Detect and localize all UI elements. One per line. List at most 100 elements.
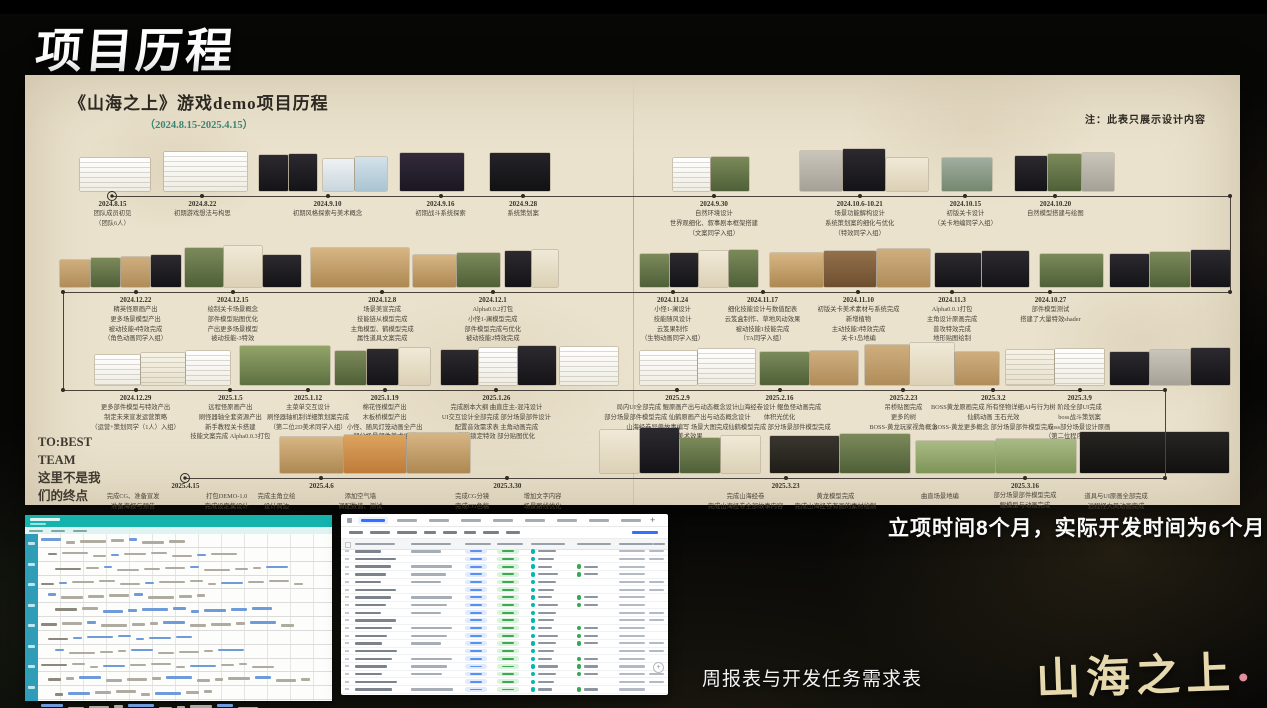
timeline-marker <box>306 388 310 392</box>
thumbnail-cluster <box>505 249 558 287</box>
status-pill <box>465 557 487 562</box>
entry-text: 初期游戏想法与构思 <box>148 209 256 219</box>
cell-text-bar <box>144 568 160 571</box>
cell-text-bar <box>253 567 261 570</box>
thumbnail-cluster <box>259 149 316 191</box>
assignee-avatar <box>531 564 535 568</box>
thumbnail <box>560 347 618 385</box>
row-index-bar <box>345 589 349 591</box>
status-pill <box>465 687 487 692</box>
status-pill-label <box>470 573 482 575</box>
toolbar-item <box>349 531 363 534</box>
assignee-name-bar <box>538 558 554 560</box>
sheet-toolbar <box>341 527 668 539</box>
entry-date: 2024.11.3 <box>938 296 966 304</box>
status-pill-label <box>470 550 482 552</box>
cell-text-bar <box>211 553 237 556</box>
toolbar-item <box>73 530 87 532</box>
thumbnail <box>151 255 180 287</box>
start-date-bar <box>619 550 645 552</box>
status-pill <box>465 633 487 638</box>
entry-text: 道具与UI原画全部完成远程怪大风动画完成 <box>1061 492 1171 512</box>
thumbnail-cluster <box>1040 249 1103 287</box>
cell-link-bar <box>41 704 63 707</box>
status-pill-label <box>502 550 514 552</box>
end-date-bar <box>649 642 664 644</box>
thumbnail <box>224 246 262 287</box>
assignee-avatar <box>531 588 535 592</box>
sheet-tab <box>426 517 452 524</box>
status-pill <box>465 664 487 669</box>
cell-text-bar <box>120 583 140 586</box>
status-pill <box>497 687 519 692</box>
thumbnail <box>1150 350 1189 385</box>
cell-text-bar <box>90 666 98 669</box>
table-row <box>341 586 668 594</box>
sheet-row <box>38 617 332 631</box>
table-row <box>341 678 668 686</box>
cell-link-bar <box>41 538 61 541</box>
thumbnail <box>457 253 500 287</box>
sheet-title-bar <box>30 518 60 521</box>
thumbnail <box>95 355 139 385</box>
thumbnail <box>1080 432 1229 473</box>
thumbnail-cluster <box>770 243 930 287</box>
thumbnail-cluster <box>760 343 858 385</box>
end-date-bar <box>649 589 664 591</box>
timeline-marker <box>858 194 862 198</box>
cell-text-bar <box>66 541 75 544</box>
status-pill <box>465 603 487 608</box>
thumbnail-cluster <box>490 147 550 191</box>
thumbnail <box>1110 352 1149 385</box>
status-pill-label <box>502 673 514 675</box>
row-index-bar <box>345 619 349 621</box>
timeline-marker <box>383 388 387 392</box>
cell-text-bar <box>116 690 136 693</box>
cell-text-bar <box>172 555 192 558</box>
cell-text-bar <box>66 677 74 680</box>
cell-text-bar <box>55 693 63 696</box>
thumbnail <box>640 351 697 385</box>
sheet-tab <box>458 517 484 524</box>
thumbnail-cluster <box>673 149 750 191</box>
task-name-bar <box>355 589 396 591</box>
entry-date: 2025.1.26 <box>482 394 510 402</box>
thumbnail <box>982 251 1028 287</box>
entry-date: 2024.12.15 <box>217 296 249 304</box>
assignee-avatar <box>531 657 535 661</box>
entry-date: 2025.4.6 <box>309 482 334 490</box>
sheet-row <box>38 686 332 700</box>
thumbnail <box>800 151 842 191</box>
thumbnail <box>1048 154 1080 191</box>
timeline-marker <box>491 290 495 294</box>
checkbox-icon <box>345 542 351 548</box>
game-logo-text: 山海之上 <box>1035 649 1237 705</box>
task-name-bar <box>355 573 386 575</box>
timeline-marker <box>521 194 525 198</box>
cell-text-bar <box>190 580 203 583</box>
task-name-bar <box>355 650 397 652</box>
sheet-tab <box>394 517 420 524</box>
thumbnail <box>399 348 430 385</box>
timeline-marker <box>1023 476 1027 480</box>
cell-text-bar <box>41 664 67 667</box>
status-pill-label <box>502 650 514 652</box>
thumbnail <box>1191 250 1230 287</box>
finisher-name-bar <box>584 635 598 637</box>
thumbnail <box>698 349 755 385</box>
thumbnail <box>600 430 639 473</box>
thumbnail <box>640 254 669 287</box>
timeline-marker <box>1048 290 1052 294</box>
assignee-name-bar <box>538 642 556 644</box>
start-date-bar <box>619 573 645 575</box>
toolbar-item <box>370 531 390 534</box>
thumbnail <box>955 352 999 385</box>
start-date-bar <box>619 650 645 652</box>
cell-link-bar <box>103 610 123 613</box>
thumbnail-cluster <box>185 245 300 287</box>
thumbnail <box>490 153 550 191</box>
task-desc-bar <box>411 635 447 637</box>
cell-text-bar <box>148 596 174 599</box>
row-index-bar <box>345 658 349 660</box>
assignee-avatar <box>531 680 535 684</box>
